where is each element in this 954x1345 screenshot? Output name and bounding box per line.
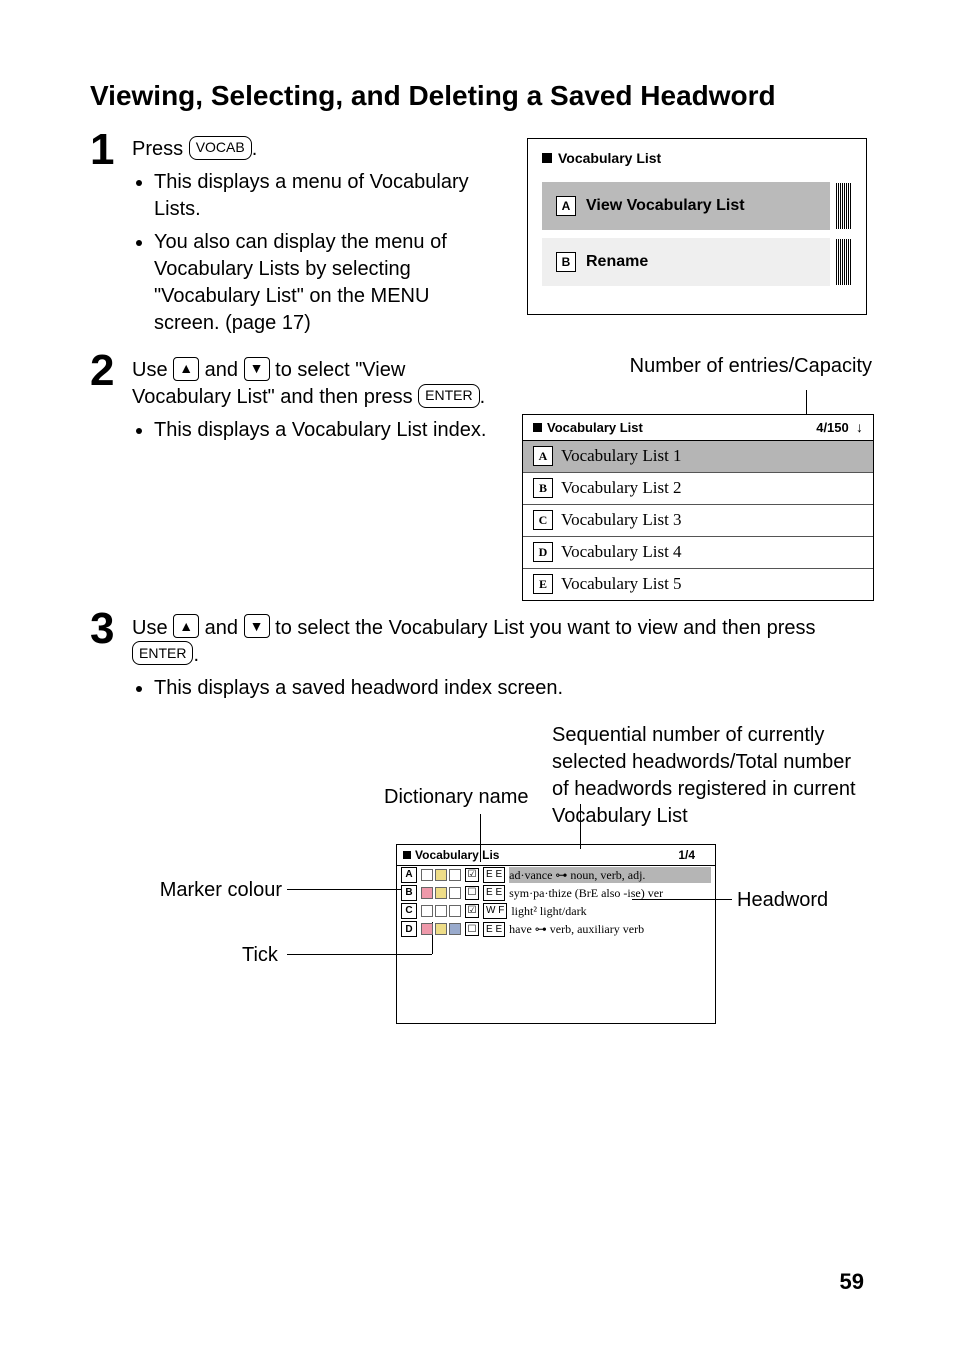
step-3-lead: Use ▲ and ▼ to select the Vocabulary Lis… xyxy=(132,615,864,669)
screen-headword-index: Vocabulary Lis 1/4 A ☑ E E ad·vance ⊶ no… xyxy=(396,844,716,1024)
tick-icon: ☑ xyxy=(465,868,479,882)
headword-label: Headword xyxy=(737,887,828,914)
marker-colour-label: Marker colour xyxy=(152,877,282,904)
page-title: Viewing, Selecting, and Deleting a Saved… xyxy=(90,80,864,112)
screen1-item-rename: B Rename xyxy=(542,238,852,286)
marker-colour-icon xyxy=(421,923,461,935)
screen1-item-rename-label: Rename xyxy=(586,251,648,273)
capacity-caption: Number of entries/Capacity xyxy=(522,353,872,380)
screen3-row-a: A ☑ E E ad·vance ⊶ noun, verb, adj. xyxy=(397,866,715,884)
tick-label: Tick xyxy=(242,942,278,969)
tick-icon: ☑ xyxy=(465,904,479,918)
screen2-row-d: D Vocabulary List 4 xyxy=(523,536,873,568)
callout-line xyxy=(806,390,807,414)
screen2-row-e: E Vocabulary List 5 xyxy=(523,568,873,600)
letter-b-icon: B xyxy=(533,478,553,498)
step-1-lead: Press VOCAB. xyxy=(132,136,492,163)
letter-a-icon: A xyxy=(533,446,553,466)
step-1-text-a: Press xyxy=(132,138,189,160)
screen3-row-c: C ☑ W F light² light/dark xyxy=(397,902,715,920)
dict-tag: E E xyxy=(483,922,505,938)
barcode-icon xyxy=(836,239,852,285)
barcode-icon xyxy=(836,183,852,229)
step-3-number: 3 xyxy=(90,607,132,651)
letter-a-icon: A xyxy=(556,196,576,216)
screen1-item-view: A View Vocabulary List xyxy=(542,182,852,230)
letter-a-icon: A xyxy=(401,867,417,883)
headword-text: have ⊶ verb, auxiliary verb xyxy=(509,921,711,937)
marker-colour-icon xyxy=(421,869,461,881)
letter-e-icon: E xyxy=(533,574,553,594)
headword-text: ad·vance ⊶ noun, verb, adj. xyxy=(509,867,711,883)
screen-vocab-menu: Vocabulary List A View Vocabulary List B… xyxy=(527,138,867,315)
tick-icon: ☐ xyxy=(465,886,479,900)
dict-tag: E E xyxy=(483,867,505,883)
square-bullet-icon xyxy=(533,423,542,432)
screen3-counter: 1/4 xyxy=(499,847,709,863)
letter-c-icon: C xyxy=(401,903,417,919)
step-2-lead: Use ▲ and ▼ to select "View Vocabulary L… xyxy=(132,357,492,411)
screen1-title: Vocabulary List xyxy=(542,149,852,168)
step-3-bullet-1: This displays a saved headword index scr… xyxy=(154,675,864,702)
tick-icon: ☐ xyxy=(465,922,479,936)
letter-d-icon: D xyxy=(401,921,417,937)
step-1-number: 1 xyxy=(90,128,132,172)
screen2-row-a: A Vocabulary List 1 xyxy=(523,441,873,472)
square-bullet-icon xyxy=(403,851,411,859)
vocab-key: VOCAB xyxy=(189,136,252,160)
marker-colour-icon xyxy=(421,887,461,899)
step-2: 2 Use ▲ and ▼ to select "View Vocabulary… xyxy=(90,353,864,601)
letter-b-icon: B xyxy=(556,252,576,272)
down-arrow-icon: ↓ xyxy=(856,419,863,435)
marker-colour-icon xyxy=(421,905,461,917)
dictionary-name-label: Dictionary name xyxy=(384,784,529,811)
step-1: 1 Press VOCAB. This displays a menu of V… xyxy=(90,132,864,343)
up-key-icon: ▲ xyxy=(173,357,199,381)
screen-vocab-index: Vocabulary List 4/150 ↓ A Vocabulary Lis… xyxy=(522,414,874,601)
screen2-row-b: B Vocabulary List 2 xyxy=(523,472,873,504)
dict-tag: E E xyxy=(483,885,505,901)
enter-key: ENTER xyxy=(132,641,193,665)
screen2-header: Vocabulary List 4/150 ↓ xyxy=(523,415,873,441)
letter-d-icon: D xyxy=(533,542,553,562)
enter-key: ENTER xyxy=(418,384,479,408)
step-1-bullet-1: This displays a menu of Vocabulary Lists… xyxy=(154,169,492,223)
square-bullet-icon xyxy=(542,153,552,163)
figure-3: Sequential number of currently selected … xyxy=(132,722,864,1052)
headword-text: sym·pa·thize (BrE also -ise) ver xyxy=(509,885,711,901)
step-1-text-b: . xyxy=(252,138,258,160)
page-number: 59 xyxy=(840,1269,864,1295)
step-1-bullet-2: You also can display the menu of Vocabul… xyxy=(154,229,492,337)
letter-c-icon: C xyxy=(533,510,553,530)
up-key-icon: ▲ xyxy=(173,614,199,638)
headword-text: light² light/dark xyxy=(511,903,711,919)
screen3-row-b: B ☐ E E sym·pa·thize (BrE also -ise) ver xyxy=(397,884,715,902)
screen2-row-c: C Vocabulary List 3 xyxy=(523,504,873,536)
screen3-row-d: D ☐ E E have ⊶ verb, auxiliary verb xyxy=(397,920,715,938)
letter-b-icon: B xyxy=(401,885,417,901)
down-key-icon: ▼ xyxy=(244,614,270,638)
screen2-counter: 4/150 xyxy=(816,420,849,435)
sequential-caption: Sequential number of currently selected … xyxy=(552,722,864,830)
step-3: 3 Use ▲ and ▼ to select the Vocabulary L… xyxy=(90,611,864,1052)
callout-line xyxy=(580,804,581,849)
down-key-icon: ▼ xyxy=(244,357,270,381)
step-2-bullet-1: This displays a Vocabulary List index. xyxy=(154,417,492,444)
screen1-item-view-label: View Vocabulary List xyxy=(586,195,745,217)
screen3-header: Vocabulary Lis 1/4 xyxy=(397,845,715,866)
dict-tag: W F xyxy=(483,903,507,919)
step-2-number: 2 xyxy=(90,349,132,393)
